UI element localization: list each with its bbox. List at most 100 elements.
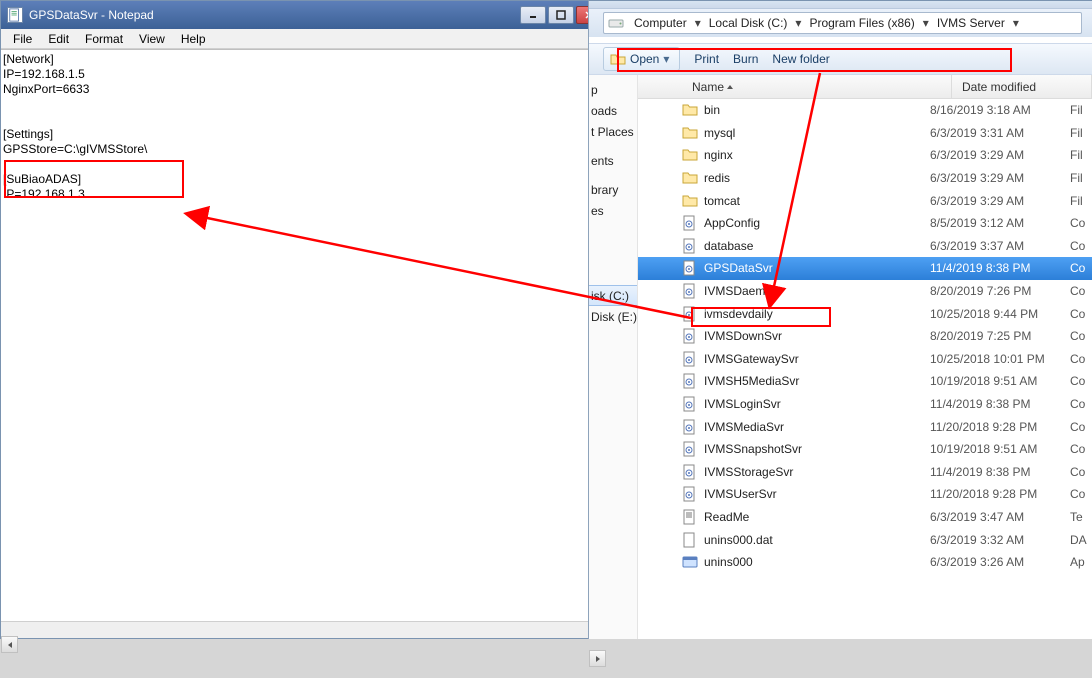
file-row[interactable]: unins000.dat6/3/2019 3:32 AMDA <box>638 528 1092 551</box>
menu-edit[interactable]: Edit <box>40 30 77 48</box>
file-row[interactable]: nginx6/3/2019 3:29 AMFil <box>638 144 1092 167</box>
file-row[interactable]: ReadMe6/3/2019 3:47 AMTe <box>638 506 1092 529</box>
file-rows: bin8/16/2019 3:18 AMFilmysql6/3/2019 3:3… <box>638 99 1092 639</box>
file-row[interactable]: AppConfig8/5/2019 3:12 AMCo <box>638 212 1092 235</box>
file-row[interactable]: GPSDataSvr11/4/2019 8:38 PMCo <box>638 257 1092 280</box>
file-row[interactable]: database6/3/2019 3:37 AMCo <box>638 235 1092 258</box>
file-row[interactable]: IVMSDaemon8/20/2019 7:26 PMCo <box>638 280 1092 303</box>
file-type: Co <box>1070 397 1092 411</box>
file-name: IVMSSnapshotSvr <box>704 442 930 456</box>
file-row[interactable]: IVMSStorageSvr11/4/2019 8:38 PMCo <box>638 461 1092 484</box>
burn-button[interactable]: Burn <box>733 52 758 66</box>
file-type: Fil <box>1070 171 1092 185</box>
file-date: 6/3/2019 3:31 AM <box>930 126 1070 140</box>
file-type: Co <box>1070 465 1092 479</box>
file-name: IVMSMediaSvr <box>704 420 930 434</box>
file-row[interactable]: IVMSSnapshotSvr10/19/2018 9:51 AMCo <box>638 438 1092 461</box>
folder-icon <box>682 193 698 209</box>
breadcrumb-seg-1[interactable]: Local Disk (C:) <box>703 16 794 30</box>
maximize-button[interactable] <box>548 6 574 24</box>
explorer-body: p oads t Places ents brary es isk (C:) D… <box>589 75 1092 639</box>
nav-item[interactable]: t Places <box>589 121 637 142</box>
notepad-titlebar[interactable]: GPSDataSvr - Notepad <box>1 1 606 29</box>
file-name: tomcat <box>704 194 930 208</box>
file-row[interactable]: tomcat6/3/2019 3:29 AMFil <box>638 189 1092 212</box>
col-date[interactable]: Date modified <box>952 75 1092 98</box>
txt-icon <box>682 509 698 525</box>
file-row[interactable]: IVMSLoginSvr11/4/2019 8:38 PMCo <box>638 393 1092 416</box>
breadcrumb-seg-3[interactable]: IVMS Server <box>931 16 1011 30</box>
file-row[interactable]: ivmsdevdaily10/25/2018 9:44 PMCo <box>638 302 1092 325</box>
explorer-toolbar: Open ▾ Print Burn New folder <box>589 43 1092 75</box>
menu-help[interactable]: Help <box>173 30 214 48</box>
notepad-text-area[interactable]: [Network] IP=192.168.1.5 NginxPort=6633 … <box>1 49 606 638</box>
file-name: database <box>704 239 930 253</box>
file-row[interactable]: IVMSMediaSvr11/20/2018 9:28 PMCo <box>638 415 1092 438</box>
file-row[interactable]: IVMSGatewaySvr10/25/2018 10:01 PMCo <box>638 348 1092 371</box>
file-type: Co <box>1070 374 1092 388</box>
file-row[interactable]: redis6/3/2019 3:29 AMFil <box>638 167 1092 190</box>
file-date: 10/19/2018 9:51 AM <box>930 442 1070 456</box>
new-folder-button[interactable]: New folder <box>772 52 829 66</box>
nav-item[interactable]: oads <box>589 100 637 121</box>
dropdown-caret-icon[interactable]: ▾ <box>663 52 673 66</box>
menu-view[interactable]: View <box>131 30 173 48</box>
cfg-icon <box>682 260 698 276</box>
file-type: Co <box>1070 216 1092 230</box>
file-name: bin <box>704 103 930 117</box>
file-type: Co <box>1070 329 1092 343</box>
open-label: Open <box>630 52 659 66</box>
scroll-right-button[interactable] <box>589 650 606 667</box>
notepad-window: GPSDataSvr - Notepad File Edit Format Vi… <box>0 0 607 639</box>
breadcrumb-chevron-icon[interactable]: ▾ <box>793 16 803 30</box>
breadcrumb-addressbar[interactable]: Computer▾ Local Disk (C:)▾ Program Files… <box>603 12 1082 34</box>
cfg-icon <box>682 396 698 412</box>
file-name: GPSDataSvr <box>704 261 930 275</box>
file-name: redis <box>704 171 930 185</box>
file-type: Co <box>1070 261 1092 275</box>
breadcrumb-chevron-icon[interactable]: ▾ <box>693 16 703 30</box>
exe-icon <box>682 554 698 570</box>
file-row[interactable]: IVMSH5MediaSvr10/19/2018 9:51 AMCo <box>638 370 1092 393</box>
horizontal-scrollbar[interactable] <box>1 621 606 638</box>
breadcrumb-seg-0[interactable]: Computer <box>628 16 693 30</box>
cfg-icon <box>682 373 698 389</box>
nav-item-disk-e[interactable]: Disk (E:) <box>589 306 637 327</box>
menu-format[interactable]: Format <box>77 30 131 48</box>
open-button[interactable]: Open ▾ <box>603 47 680 71</box>
file-date: 11/4/2019 8:38 PM <box>930 261 1070 275</box>
file-type: Co <box>1070 307 1092 321</box>
nav-item[interactable]: brary <box>589 179 637 200</box>
print-button[interactable]: Print <box>694 52 719 66</box>
file-date: 11/4/2019 8:38 PM <box>930 465 1070 479</box>
file-date: 6/3/2019 3:32 AM <box>930 533 1070 547</box>
breadcrumb-chevron-icon[interactable]: ▾ <box>1011 16 1021 30</box>
file-name: IVMSUserSvr <box>704 487 930 501</box>
file-name: IVMSStorageSvr <box>704 465 930 479</box>
cfg-icon <box>682 215 698 231</box>
file-date: 10/25/2018 10:01 PM <box>930 352 1070 366</box>
file-date: 11/20/2018 9:28 PM <box>930 420 1070 434</box>
breadcrumb-chevron-icon[interactable]: ▾ <box>921 16 931 30</box>
minimize-button[interactable] <box>520 6 546 24</box>
nav-item[interactable]: p <box>589 79 637 100</box>
file-row[interactable]: mysql6/3/2019 3:31 AMFil <box>638 122 1092 145</box>
explorer-window: Computer▾ Local Disk (C:)▾ Program Files… <box>588 0 1092 639</box>
explorer-header: Computer▾ Local Disk (C:)▾ Program Files… <box>589 9 1092 37</box>
file-name: AppConfig <box>704 216 930 230</box>
file-row[interactable]: bin8/16/2019 3:18 AMFil <box>638 99 1092 122</box>
file-list: Name Date modified Ty bin8/16/2019 3:18 … <box>638 75 1092 639</box>
file-type: Co <box>1070 420 1092 434</box>
file-row[interactable]: unins0006/3/2019 3:26 AMAp <box>638 551 1092 574</box>
nav-item-disk-c[interactable]: isk (C:) <box>589 285 637 306</box>
file-date: 6/3/2019 3:37 AM <box>930 239 1070 253</box>
file-row[interactable]: IVMSUserSvr11/20/2018 9:28 PMCo <box>638 483 1092 506</box>
nav-item[interactable]: es <box>589 200 637 221</box>
file-name: unins000 <box>704 555 930 569</box>
file-row[interactable]: IVMSDownSvr8/20/2019 7:25 PMCo <box>638 325 1092 348</box>
file-name: nginx <box>704 148 930 162</box>
breadcrumb-seg-2[interactable]: Program Files (x86) <box>803 16 920 30</box>
menu-file[interactable]: File <box>5 30 40 48</box>
file-name: IVMSH5MediaSvr <box>704 374 930 388</box>
nav-item[interactable]: ents <box>589 150 637 171</box>
